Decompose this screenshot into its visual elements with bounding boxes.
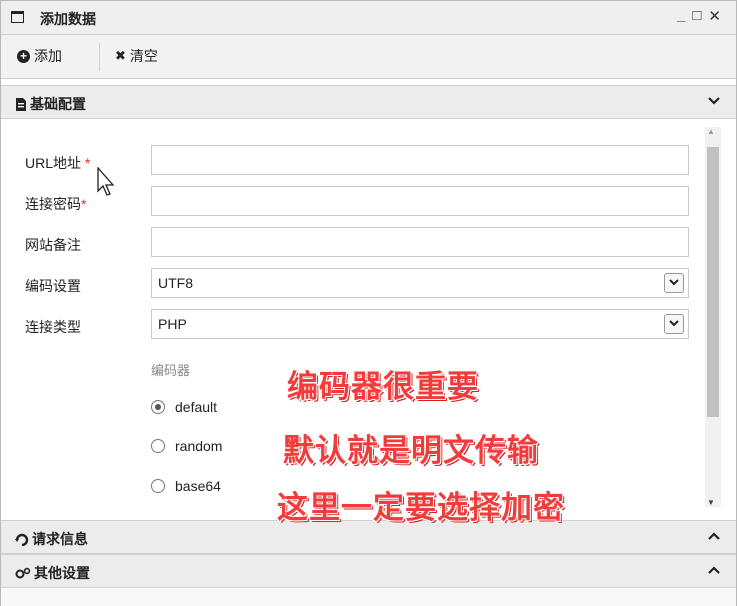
section-other-title: 其他设置 <box>15 563 90 583</box>
encoder-option-label: default <box>175 399 218 415</box>
type-select-value: PHP <box>158 316 187 332</box>
scroll-thumb[interactable] <box>707 147 719 417</box>
annotation-line-1: 编码器很重要 <box>287 369 479 405</box>
toolbar-divider <box>99 43 100 71</box>
type-select[interactable]: PHP <box>151 309 689 339</box>
refresh-icon <box>15 533 29 546</box>
note-row: 网站备注 <box>1 227 701 259</box>
section-other-label: 其他设置 <box>34 565 90 581</box>
password-input[interactable] <box>151 186 689 216</box>
encoder-option-random[interactable]: random <box>151 438 222 454</box>
title-bar: 添加数据 _ □ ✕ <box>1 1 736 35</box>
note-label: 网站备注 <box>25 237 81 253</box>
chevron-up-icon[interactable] <box>708 530 720 544</box>
clear-button[interactable]: ✖ 清空 <box>115 46 158 66</box>
circle-plus-icon: + <box>17 49 30 63</box>
scroll-down-icon[interactable]: ▼ <box>707 498 715 507</box>
chevron-up-icon[interactable] <box>708 564 720 578</box>
encoder-option-label: base64 <box>175 478 221 494</box>
section-basic-config-label: 基础配置 <box>30 96 86 112</box>
window-title: 添加数据 <box>40 11 96 27</box>
encoding-row: 编码设置 UTF8 <box>1 268 701 300</box>
radio-unchecked-icon[interactable] <box>151 439 165 453</box>
encoder-option-label: random <box>175 438 223 454</box>
maximize-button[interactable]: □ <box>692 7 704 25</box>
add-data-window: 添加数据 _ □ ✕ + 添加 ✖ 清空 基础配置 URL地址 * 连接密码* … <box>0 0 737 606</box>
gears-icon <box>15 567 31 578</box>
section-request-title: 请求信息 <box>15 529 88 549</box>
annotation-line-3: 这里一定要选择加密 <box>277 490 565 526</box>
note-input[interactable] <box>151 227 689 257</box>
form-scrollbar[interactable]: ▲ ▼ <box>705 127 721 507</box>
radio-checked-icon[interactable] <box>151 400 165 414</box>
radio-unchecked-icon[interactable] <box>151 479 165 493</box>
add-button-label: 添加 <box>34 48 62 64</box>
chevron-down-icon[interactable] <box>708 95 720 109</box>
close-icon: ✖ <box>115 48 126 63</box>
minimize-button[interactable]: _ <box>677 7 688 25</box>
encoding-label: 编码设置 <box>25 278 81 294</box>
toolbar: + 添加 ✖ 清空 <box>1 35 736 79</box>
annotation-line-2: 默认就是明文传输 <box>283 433 539 469</box>
encoder-option-base64[interactable]: base64 <box>151 478 221 494</box>
encoder-option-default[interactable]: default <box>151 399 217 415</box>
document-icon <box>16 97 26 111</box>
type-label: 连接类型 <box>25 319 81 335</box>
close-button[interactable]: ✕ <box>708 7 724 25</box>
password-label: 连接密码* <box>25 196 87 212</box>
mouse-cursor-icon <box>97 167 115 196</box>
encoding-select-value: UTF8 <box>158 275 193 291</box>
type-row: 连接类型 PHP <box>1 309 701 341</box>
clear-button-label: 清空 <box>129 48 158 64</box>
chevron-down-icon <box>664 314 684 334</box>
section-request-label: 请求信息 <box>32 531 88 547</box>
url-input[interactable] <box>151 145 689 175</box>
chevron-down-icon <box>664 273 684 293</box>
url-label: URL地址 * <box>25 155 91 171</box>
section-basic-config-header[interactable]: 基础配置 <box>1 85 736 119</box>
encoding-select[interactable]: UTF8 <box>151 268 689 298</box>
section-basic-config-title: 基础配置 <box>15 94 86 114</box>
window-controls: _ □ ✕ <box>677 7 724 25</box>
scroll-up-icon[interactable]: ▲ <box>707 127 715 136</box>
encoder-title: 编码器 <box>151 363 191 378</box>
window-icon <box>11 11 24 23</box>
window-bottom-edge <box>1 589 736 606</box>
add-button[interactable]: + 添加 <box>17 46 62 66</box>
section-other-header[interactable]: 其他设置 <box>1 554 736 588</box>
